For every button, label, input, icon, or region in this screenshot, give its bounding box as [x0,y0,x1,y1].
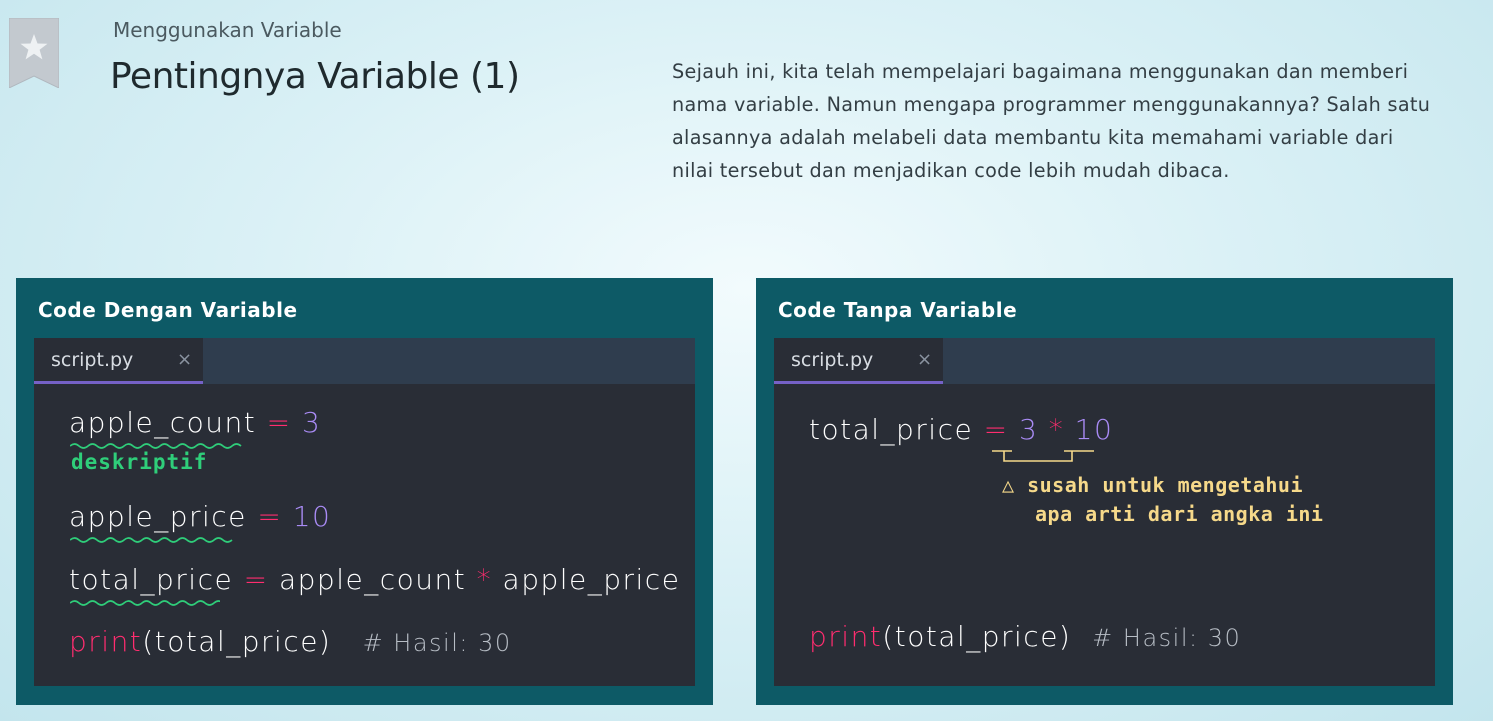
print-args: (total_price) [142,625,332,658]
code-editor: script.py × total_price = 3 * 10 △ susah… [774,338,1435,686]
print-args: (total_price) [882,620,1072,653]
number: 3 [1019,413,1039,446]
ref-apple-price: apple_price [502,563,681,596]
builtin-print: print [809,620,883,653]
squiggle-underline [70,600,220,606]
tab-bar: script.py × [774,338,1435,384]
squiggle-underline [70,443,242,449]
tab-label: script.py [791,349,874,371]
operator: = [257,500,283,533]
var-apple-count: apple_count [69,406,257,439]
note-descriptive: deskriptif [71,450,208,474]
operator: = [983,413,1009,446]
tab-label: script.py [51,349,134,371]
note-line-2: apa arti dari angka ini [1035,502,1324,526]
operator-multiply: * [1048,413,1065,446]
code-comment: # Hasil: 30 [362,629,512,657]
number: 10 [1074,413,1114,446]
star-bookmark-icon[interactable] [9,18,59,88]
bracket-annotation [992,450,1094,462]
close-icon[interactable]: × [917,349,932,370]
note-line-1: susah untuk mengetahui [1027,473,1303,497]
code-line-1: total_price = 3 * 10 [809,413,1113,446]
code-line-1: apple_count = 3 [69,406,321,439]
intro-paragraph: Sejauh ini, kita telah mempelajari bagai… [672,60,1431,182]
warning-triangle-icon: △ [1002,473,1015,497]
code-line-2: apple_price = 10 [69,500,331,533]
squiggle-underline [70,537,233,543]
number: 3 [302,406,322,439]
var-apple-price: apple_price [69,500,247,533]
tab-bar: script.py × [34,338,695,384]
ref-apple-count: apple_count [279,563,467,596]
var-total-price: total_price [69,563,234,596]
builtin-print: print [69,625,143,658]
operator-multiply: * [476,563,493,596]
number: 10 [292,500,332,533]
code-line-2: print(total_price) # Hasil: 30 [809,620,1241,653]
code-line-3: total_price = apple_count * apple_price [69,563,680,596]
page-title: Pentingnya Variable (1) [110,56,520,97]
panel-with-variable: Code Dengan Variable script.py × apple_c… [16,278,713,705]
panel-title: Code Dengan Variable [38,298,298,322]
panel-without-variable: Code Tanpa Variable script.py × total_pr… [756,278,1453,705]
tab-script-py[interactable]: script.py × [34,338,203,384]
breadcrumb: Menggunakan Variable [113,18,342,42]
operator: = [243,563,269,596]
close-icon[interactable]: × [177,349,192,370]
panel-title: Code Tanpa Variable [778,298,1018,322]
code-comment: # Hasil: 30 [1092,624,1242,652]
note-warning: △ susah untuk mengetahui [1002,471,1303,500]
var-total-price: total_price [809,413,974,446]
code-editor: script.py × apple_count = 3 deskriptif a… [34,338,695,686]
tab-script-py[interactable]: script.py × [774,338,943,384]
code-line-4: print(total_price) # Hasil: 30 [69,625,512,658]
operator: = [266,406,292,439]
